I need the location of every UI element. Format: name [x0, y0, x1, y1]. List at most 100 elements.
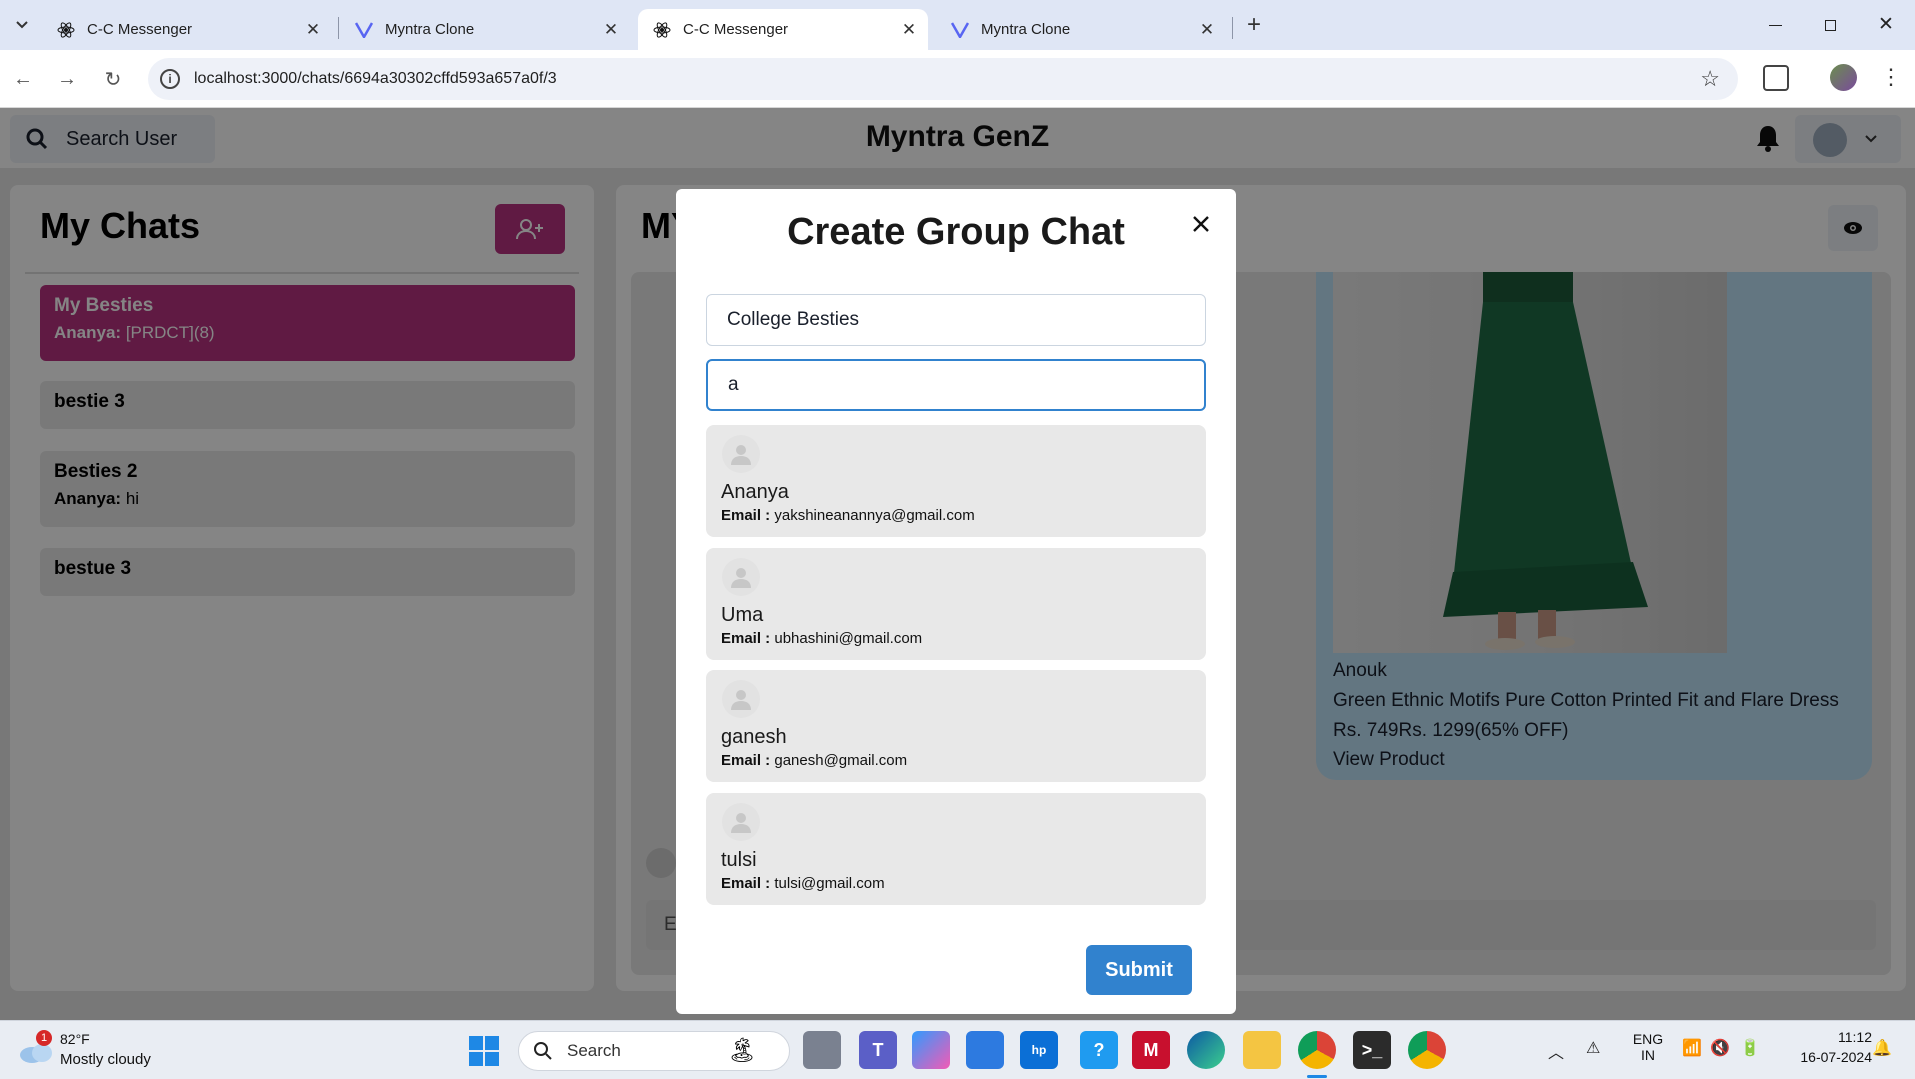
- restore-button[interactable]: [1815, 10, 1845, 40]
- forward-button[interactable]: →: [52, 64, 82, 94]
- browser-tab-active[interactable]: C-C Messenger ✕: [638, 9, 928, 50]
- profile-avatar[interactable]: [1830, 64, 1857, 91]
- chrome-icon[interactable]: [1298, 1031, 1336, 1069]
- group-name-value: College Besties: [727, 309, 860, 330]
- clock[interactable]: 11:12 16-07-2024: [1772, 1029, 1872, 1065]
- add-users-input[interactable]: a: [706, 359, 1206, 411]
- create-group-chat-modal: Create Group Chat College Besties a Anan…: [676, 189, 1236, 1014]
- network-status-icon[interactable]: ⚠: [1586, 1038, 1600, 1058]
- store-icon[interactable]: [966, 1031, 1004, 1069]
- tab-title: Myntra Clone: [981, 21, 1071, 38]
- user-icon: [731, 445, 751, 465]
- teams-icon[interactable]: T: [859, 1031, 897, 1069]
- user-icon: [731, 690, 751, 710]
- show-hidden-icons[interactable]: ︿: [1548, 1039, 1564, 1063]
- weather-widget[interactable]: 1 82°F Mostly cloudy: [18, 1028, 188, 1074]
- user-name: Ananya: [721, 481, 789, 503]
- chevron-down-icon: [16, 21, 28, 29]
- volume-icon[interactable]: 🔇: [1710, 1038, 1730, 1058]
- avatar: [722, 680, 760, 718]
- site-info-icon[interactable]: i: [160, 69, 180, 89]
- battery-icon[interactable]: 🔋: [1740, 1038, 1760, 1058]
- user-icon: [731, 813, 751, 833]
- terminal-icon[interactable]: >_: [1353, 1031, 1391, 1069]
- user-email: Email : ubhashini@gmail.com: [721, 630, 922, 647]
- extensions-icon[interactable]: [1763, 65, 1789, 91]
- task-view-icon[interactable]: [803, 1031, 841, 1069]
- file-explorer-icon[interactable]: [1243, 1031, 1281, 1069]
- chrome-profile-icon[interactable]: [1408, 1031, 1446, 1069]
- browser-tab-bar: C-C Messenger ✕ Myntra Clone ✕ C-C Messe…: [0, 0, 1915, 50]
- close-tab-icon[interactable]: ✕: [1196, 20, 1218, 40]
- tab-title: C-C Messenger: [87, 21, 193, 38]
- group-name-input[interactable]: College Besties: [706, 294, 1206, 346]
- browser-tab[interactable]: Myntra Clone ✕: [340, 9, 630, 50]
- close-tab-icon[interactable]: ✕: [302, 20, 324, 40]
- notifications-bell-icon[interactable]: 🔔: [1872, 1038, 1892, 1058]
- email-label: Email :: [721, 630, 771, 647]
- notification-badge: 1: [36, 1030, 52, 1046]
- user-email-value: ubhashini@gmail.com: [774, 630, 923, 647]
- bookmark-star-icon[interactable]: ☆: [1700, 66, 1720, 92]
- language-code: ENG: [1632, 1031, 1664, 1047]
- user-icon: [731, 568, 751, 588]
- user-email: Email : tulsi@gmail.com: [721, 875, 885, 892]
- taskbar-search-label: Search: [567, 1041, 621, 1060]
- avatar: [722, 803, 760, 841]
- close-window-button[interactable]: ✕: [1871, 10, 1901, 40]
- tab-title: Myntra Clone: [385, 21, 475, 38]
- user-search-result[interactable]: Ananya Email : yakshineanannya@gmail.com: [706, 425, 1206, 537]
- minimize-button[interactable]: [1760, 10, 1790, 40]
- user-search-result[interactable]: tulsi Email : tulsi@gmail.com: [706, 793, 1206, 905]
- add-users-value: a: [728, 374, 739, 395]
- user-email-value: tulsi@gmail.com: [774, 875, 885, 892]
- search-highlight-icon: 🏝: [727, 1037, 758, 1064]
- user-search-result[interactable]: ganesh Email : ganesh@gmail.com: [706, 670, 1206, 782]
- weather-temp: 82°F: [60, 1031, 90, 1047]
- region-code: IN: [1641, 1047, 1655, 1063]
- tab-separator: [338, 17, 339, 39]
- windows-icon: [469, 1036, 499, 1066]
- wifi-icon[interactable]: 📶: [1682, 1038, 1702, 1058]
- taskbar-search[interactable]: Search 🏝: [518, 1031, 790, 1071]
- copilot-icon[interactable]: [912, 1031, 950, 1069]
- user-email-value: yakshineanannya@gmail.com: [774, 507, 975, 524]
- active-app-indicator: [1307, 1075, 1327, 1078]
- user-email-value: ganesh@gmail.com: [774, 752, 908, 769]
- avatar: [722, 558, 760, 596]
- submit-button[interactable]: Submit: [1086, 945, 1192, 995]
- vite-icon: [951, 21, 969, 39]
- user-email: Email : ganesh@gmail.com: [721, 752, 907, 769]
- url-text: localhost:3000/chats/6694a30302cffd593a6…: [194, 70, 557, 87]
- windows-taskbar: 1 82°F Mostly cloudy Search 🏝 T hp ? M >…: [0, 1020, 1915, 1079]
- react-icon: [57, 21, 75, 39]
- clock-date: 16-07-2024: [1800, 1049, 1872, 1065]
- address-bar[interactable]: i localhost:3000/chats/6694a30302cffd593…: [148, 58, 1738, 100]
- edge-icon[interactable]: [1187, 1031, 1225, 1069]
- user-email: Email : yakshineanannya@gmail.com: [721, 507, 975, 524]
- avatar: [722, 435, 760, 473]
- user-search-result[interactable]: Uma Email : ubhashini@gmail.com: [706, 548, 1206, 660]
- language-indicator[interactable]: ENG IN: [1628, 1031, 1668, 1063]
- email-label: Email :: [721, 752, 771, 769]
- react-icon: [653, 21, 671, 39]
- myhp-icon[interactable]: hp: [1020, 1031, 1058, 1069]
- reload-button[interactable]: ↻: [98, 64, 128, 94]
- start-button[interactable]: [468, 1035, 500, 1067]
- back-button[interactable]: ←: [8, 64, 38, 94]
- browser-toolbar: ← → ↻ i localhost:3000/chats/6694a30302c…: [0, 50, 1915, 108]
- browser-menu-icon[interactable]: ⋮: [1880, 64, 1902, 90]
- vite-icon: [355, 21, 373, 39]
- new-tab-button[interactable]: +: [1240, 12, 1268, 38]
- tab-separator: [1232, 17, 1233, 39]
- tab-title: C-C Messenger: [683, 21, 789, 38]
- user-name: tulsi: [721, 849, 757, 871]
- tab-search-dropdown[interactable]: [8, 12, 36, 38]
- browser-tab[interactable]: C-C Messenger ✕: [42, 9, 332, 50]
- close-tab-icon[interactable]: ✕: [600, 20, 622, 40]
- close-tab-icon[interactable]: ✕: [898, 20, 920, 40]
- help-icon[interactable]: ?: [1080, 1031, 1118, 1069]
- mcafee-icon[interactable]: M: [1132, 1031, 1170, 1069]
- close-modal-button[interactable]: [1184, 207, 1218, 241]
- browser-tab[interactable]: Myntra Clone ✕: [936, 9, 1226, 50]
